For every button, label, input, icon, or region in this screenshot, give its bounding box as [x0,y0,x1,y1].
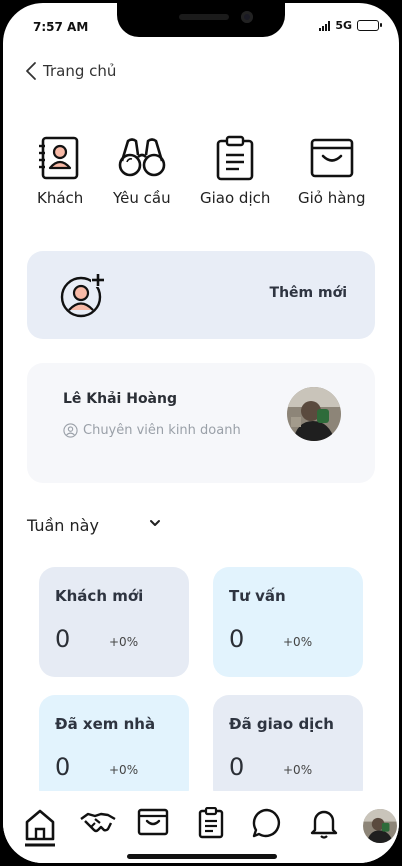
stat-card-transactions[interactable]: Đã giao dịch 0 +0% [213,695,363,805]
stat-card-viewed-houses[interactable]: Đã xem nhà 0 +0% [39,695,189,805]
stat-change: +0% [109,763,139,777]
contact-book-icon [39,136,79,180]
stat-title: Đã giao dịch [229,715,334,733]
speaker-grille [179,14,229,20]
bottom-tab-bar [3,791,399,863]
profile-role: Chuyên viên kinh doanh [63,423,241,438]
handshake-icon[interactable] [79,807,117,841]
quick-action-customers[interactable]: Khách [37,135,83,207]
quick-action-requests[interactable]: Yêu cầu [113,135,171,207]
add-new-label: Thêm mới [269,285,347,301]
stat-change: +0% [283,763,313,777]
home-indicator [127,854,277,859]
clipboard-icon[interactable] [197,807,225,839]
add-new-card[interactable]: Thêm mới [27,251,375,339]
inbox-tray-icon [310,138,354,178]
front-camera [241,11,253,23]
app-screen: 7:57 AM 5G Trang chủ Khách Yêu cầu Giao … [3,3,399,863]
home-icon[interactable] [23,807,57,847]
quick-action-transactions[interactable]: Giao dịch [200,135,270,207]
clipboard-icon [216,135,254,181]
stat-value: 0 [229,625,245,653]
profile-card[interactable]: Lê Khải Hoàng Chuyên viên kinh doanh [27,363,375,483]
chat-icon[interactable] [251,807,283,839]
quick-action-label: Khách [37,189,84,207]
quick-action-label: Yêu cầu [113,189,171,207]
back-label: Trang chủ [43,62,117,80]
stat-title: Tư vấn [229,587,286,605]
chevron-left-icon [26,62,36,80]
profile-tab-avatar[interactable] [363,809,397,843]
back-button[interactable]: Trang chủ [25,61,116,81]
phone-frame: 7:57 AM 5G Trang chủ Khách Yêu cầu Giao … [0,0,402,866]
stat-title: Đã xem nhà [55,715,156,733]
chevron-down-icon[interactable] [149,518,161,528]
stat-change: +0% [283,635,313,649]
stat-card-consulting[interactable]: Tư vấn 0 +0% [213,567,363,677]
stat-title: Khách mới [55,587,144,605]
network-label: 5G [335,19,352,32]
stat-change: +0% [109,635,139,649]
inbox-tray-icon[interactable] [137,807,169,837]
stat-value: 0 [55,625,71,653]
add-user-icon [60,273,105,318]
avatar[interactable] [287,387,341,441]
signal-icon [319,20,331,31]
quick-action-label: Giỏ hàng [298,189,366,207]
status-indicators: 5G [319,19,382,32]
profile-name: Lê Khải Hoàng [63,391,177,407]
period-select[interactable]: Tuần này [27,516,99,535]
status-time: 7:57 AM [33,20,89,34]
stat-value: 0 [55,753,71,781]
user-circle-icon [63,423,78,438]
quick-action-label: Giao dịch [200,189,271,207]
quick-action-cart[interactable]: Giỏ hàng [298,135,365,207]
profile-role-text: Chuyên viên kinh doanh [83,423,241,438]
bell-icon[interactable] [309,807,339,839]
binoculars-icon [118,138,166,177]
stat-value: 0 [229,753,245,781]
battery-icon [357,20,382,31]
stat-card-new-customers[interactable]: Khách mới 0 +0% [39,567,189,677]
device-notch [117,3,285,37]
